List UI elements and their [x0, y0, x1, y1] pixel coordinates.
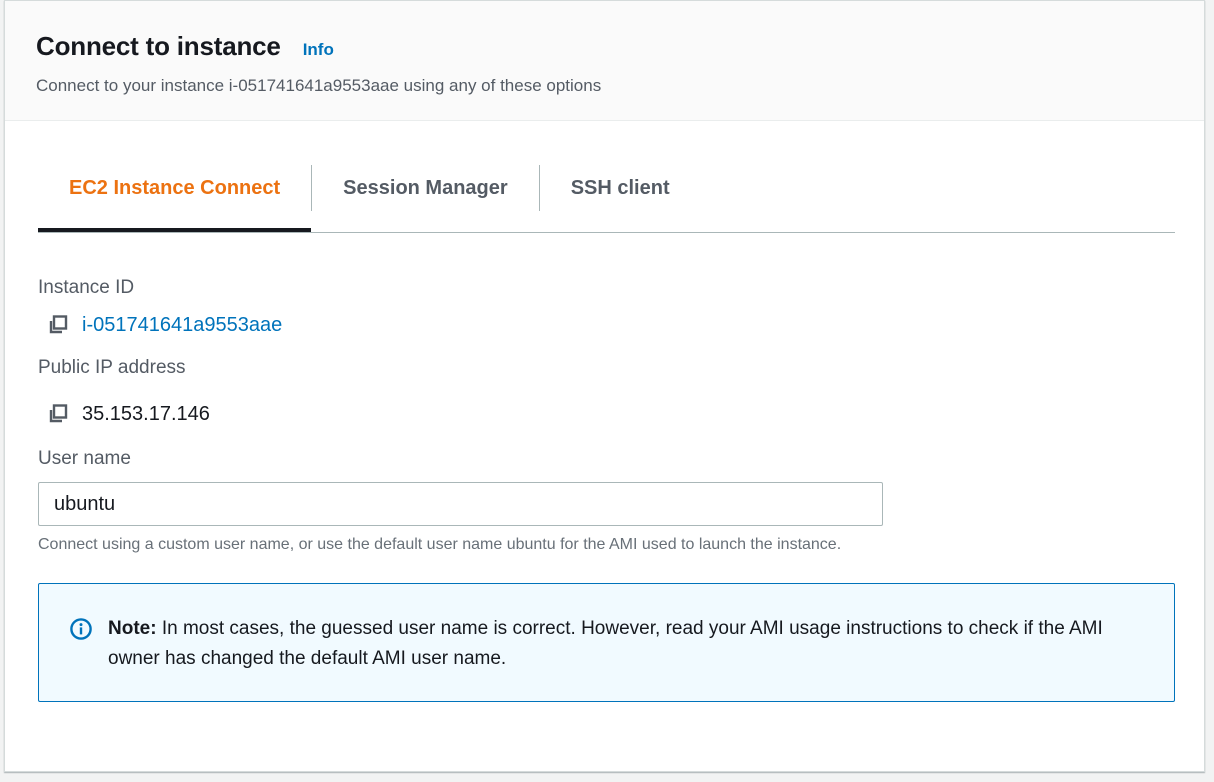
user-name-label: User name [38, 448, 131, 469]
tab-ssh-client[interactable]: SSH client [540, 165, 701, 211]
public-ip-row: 35.153.17.146 [38, 402, 1174, 426]
page-subtitle: Connect to your instance i-051741641a955… [36, 76, 602, 95]
copy-icon[interactable] [47, 314, 69, 336]
info-link[interactable]: Info [303, 40, 334, 60]
tab-session-manager[interactable]: Session Manager [312, 165, 539, 211]
public-ip-label: Public IP address [38, 357, 186, 378]
page-title: Connect to instance [36, 31, 281, 61]
panel-header: Connect to instance Info Connect to your… [5, 1, 1204, 121]
connect-panel: Connect to instance Info Connect to your… [4, 0, 1205, 772]
instance-id-link[interactable]: i-051741641a9553aae [82, 314, 282, 337]
note-body: In most cases, the guessed user name is … [108, 618, 1103, 669]
note-alert: Note: In most cases, the guessed user na… [38, 583, 1175, 702]
instance-id-row: i-051741641a9553aae [38, 313, 1174, 337]
info-circle-icon [70, 618, 92, 640]
user-name-hint: Connect using a custom user name, or use… [38, 536, 842, 553]
connection-tabs: EC2 Instance Connect Session Manager SSH… [38, 165, 1175, 233]
copy-icon[interactable] [47, 403, 69, 425]
note-label: Note: [108, 618, 157, 639]
user-name-input[interactable] [38, 482, 883, 526]
title-row: Connect to instance Info [36, 31, 1173, 62]
public-ip-value: 35.153.17.146 [82, 402, 210, 425]
instance-id-label: Instance ID [38, 277, 135, 298]
panel-body: EC2 Instance Connect Session Manager SSH… [5, 165, 1204, 702]
tab-ec2-instance-connect[interactable]: EC2 Instance Connect [38, 165, 312, 232]
note-text: Note: In most cases, the guessed user na… [108, 614, 1138, 674]
